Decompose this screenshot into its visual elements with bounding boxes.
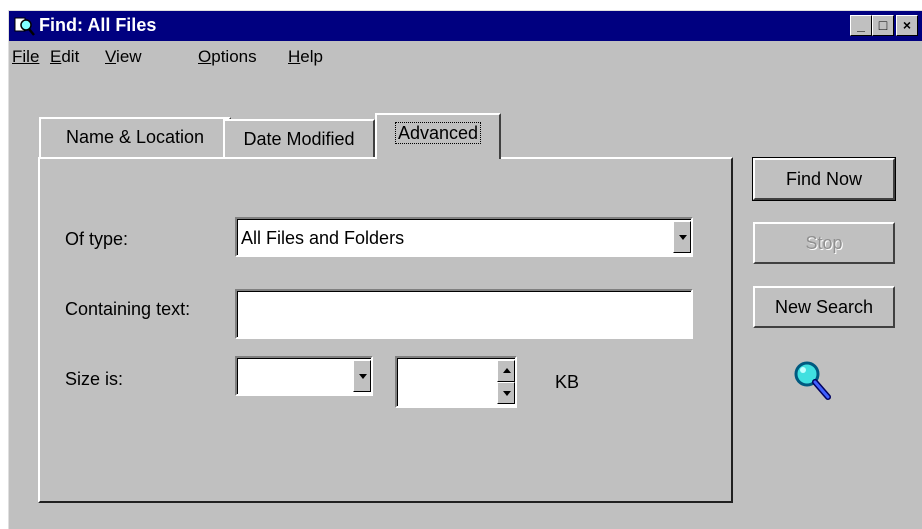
menu-options[interactable]: Options bbox=[198, 47, 257, 67]
tab-advanced[interactable]: Advanced bbox=[375, 113, 501, 159]
minimize-button[interactable]: _ bbox=[850, 15, 872, 36]
menu-help-mnemonic: H bbox=[288, 47, 301, 66]
chevron-up-icon bbox=[503, 368, 511, 373]
size-amount-stepper[interactable] bbox=[395, 356, 517, 408]
find-now-button[interactable]: Find Now bbox=[752, 157, 896, 201]
minimize-icon: _ bbox=[857, 17, 865, 33]
menu-file[interactable]: File bbox=[12, 47, 39, 67]
find-now-label: Find Now bbox=[785, 169, 863, 189]
magnifier-icon bbox=[794, 361, 831, 400]
menu-options-mnemonic: O bbox=[198, 47, 212, 66]
of-type-select[interactable]: All Files and Folders bbox=[235, 217, 693, 257]
menu-edit-rest: dit bbox=[61, 47, 80, 66]
find-window: Find: All Files _ □ × File Edit View Opt… bbox=[8, 10, 922, 529]
maximize-icon: □ bbox=[878, 17, 888, 33]
chevron-down-icon bbox=[679, 235, 687, 240]
size-qualifier-dropdown-button[interactable] bbox=[353, 360, 371, 392]
advanced-panel: Of type: All Files and Folders Containin… bbox=[38, 157, 733, 503]
stop-label: Stop bbox=[805, 233, 843, 253]
of-type-value: All Files and Folders bbox=[241, 228, 405, 248]
maximize-button[interactable]: □ bbox=[872, 15, 894, 36]
window-title: Find: All Files bbox=[39, 15, 157, 35]
menu-view[interactable]: View bbox=[105, 47, 142, 67]
tab-date-modified[interactable]: Date Modified bbox=[223, 119, 375, 159]
containing-text-input[interactable] bbox=[235, 289, 693, 339]
menu-help-rest: elp bbox=[300, 47, 323, 66]
menu-view-rest: iew bbox=[116, 47, 142, 66]
find-icon bbox=[14, 17, 35, 36]
containing-text-label: Containing text: bbox=[65, 299, 191, 319]
close-icon: × bbox=[902, 17, 912, 33]
size-qualifier-select[interactable] bbox=[235, 356, 373, 396]
size-down-button[interactable] bbox=[497, 382, 515, 404]
stop-button[interactable]: Stop bbox=[753, 222, 895, 264]
of-type-dropdown-button[interactable] bbox=[673, 221, 691, 253]
tab-advanced-label: Advanced bbox=[394, 122, 482, 144]
close-button[interactable]: × bbox=[896, 15, 918, 36]
chevron-down-icon bbox=[503, 391, 511, 396]
title-bar[interactable]: Find: All Files _ □ × bbox=[9, 11, 922, 41]
tab-name-location[interactable]: Name & Location bbox=[39, 117, 231, 157]
menu-edit[interactable]: Edit bbox=[50, 47, 79, 67]
of-type-label: Of type: bbox=[65, 229, 129, 249]
chevron-down-icon bbox=[359, 374, 367, 379]
new-search-label: New Search bbox=[774, 297, 874, 317]
menu-help[interactable]: Help bbox=[288, 47, 323, 67]
tab-name-location-label: Name & Location bbox=[65, 127, 205, 147]
new-search-button[interactable]: New Search bbox=[753, 286, 895, 328]
size-unit-label: KB bbox=[555, 372, 580, 392]
menu-options-rest: ptions bbox=[211, 47, 257, 66]
tab-date-modified-label: Date Modified bbox=[243, 129, 355, 149]
menu-view-mnemonic: V bbox=[105, 47, 117, 66]
size-up-button[interactable] bbox=[497, 360, 515, 382]
menu-edit-mnemonic: E bbox=[50, 47, 62, 66]
size-label: Size is: bbox=[65, 369, 124, 389]
menu-bar: File Edit View Options Help bbox=[9, 41, 922, 73]
